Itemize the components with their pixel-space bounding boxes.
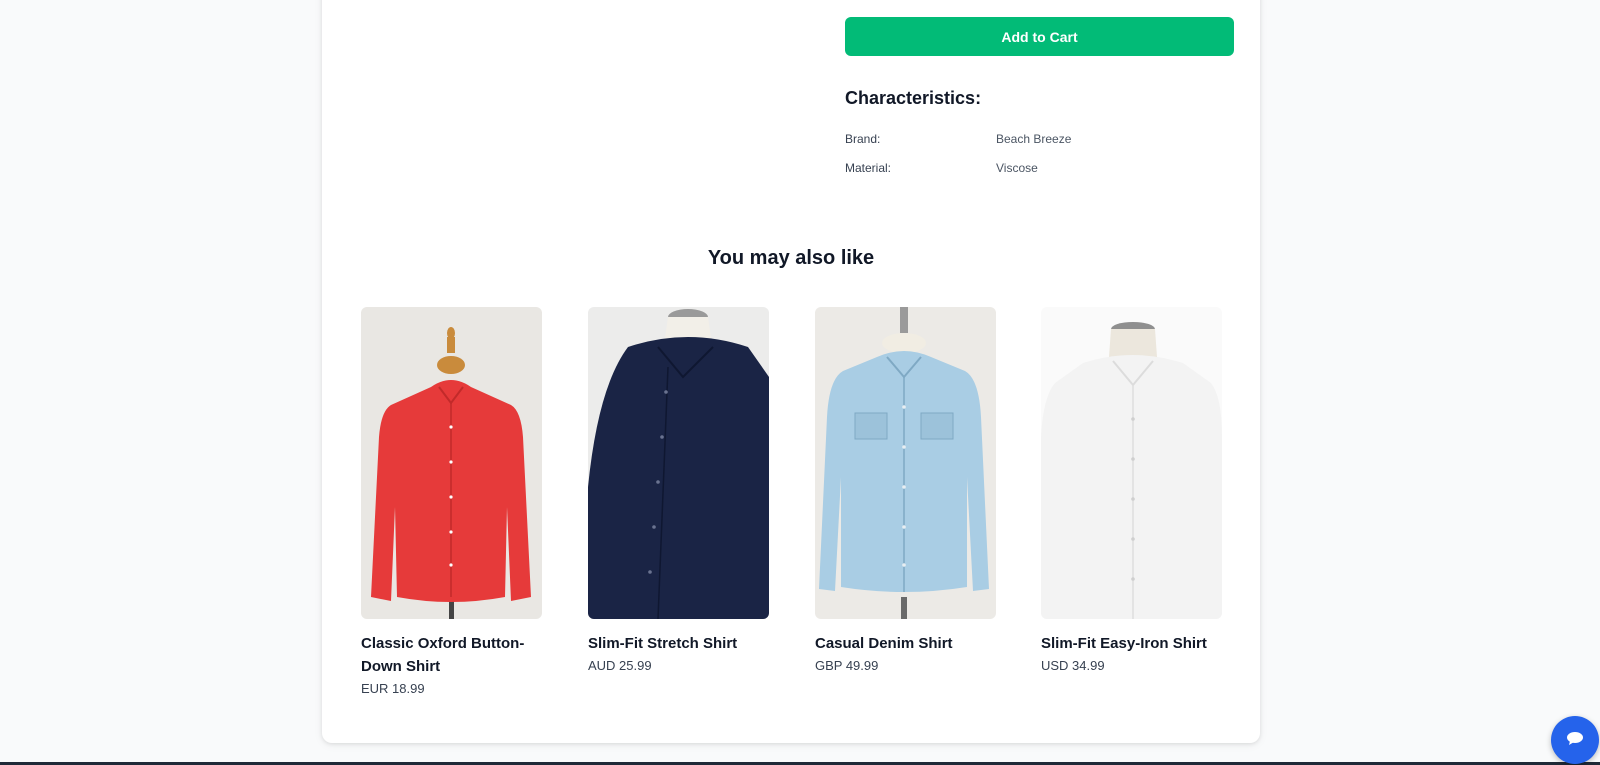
product-image[interactable] <box>588 307 769 619</box>
chat-button[interactable] <box>1551 716 1599 764</box>
product-card[interactable]: Classic Oxford Button-Down Shirt EUR 18.… <box>361 307 542 696</box>
add-to-cart-button[interactable]: Add to Cart <box>845 17 1234 56</box>
product-image[interactable] <box>815 307 996 619</box>
product-price: EUR 18.99 <box>361 681 425 696</box>
product-card[interactable]: Slim-Fit Easy-Iron Shirt USD 34.99 <box>1041 307 1222 673</box>
product-price: AUD 25.99 <box>588 658 652 673</box>
recommendations-title: You may also like <box>707 247 875 269</box>
product-name[interactable]: Slim-Fit Easy-Iron Shirt <box>1041 632 1222 655</box>
product-name[interactable]: Slim-Fit Stretch Shirt <box>588 632 769 655</box>
product-name[interactable]: Casual Denim Shirt <box>815 632 996 655</box>
product-price: GBP 49.99 <box>815 658 879 673</box>
characteristic-label: Brand: <box>845 132 881 146</box>
product-card[interactable]: Slim-Fit Stretch Shirt AUD 25.99 <box>588 307 769 673</box>
product-image[interactable] <box>361 307 542 619</box>
chat-bubble-icon <box>1566 731 1584 750</box>
characteristic-label: Material: <box>845 161 892 175</box>
product-card[interactable]: Casual Denim Shirt GBP 49.99 <box>815 307 996 673</box>
characteristics-title: Characteristics: <box>845 88 982 108</box>
characteristic-value: Viscose <box>996 161 1038 175</box>
product-image[interactable] <box>1041 307 1222 619</box>
characteristic-value: Beach Breeze <box>996 132 1072 146</box>
product-name[interactable]: Classic Oxford Button-Down Shirt <box>361 632 542 678</box>
product-price: USD 34.99 <box>1041 658 1105 673</box>
